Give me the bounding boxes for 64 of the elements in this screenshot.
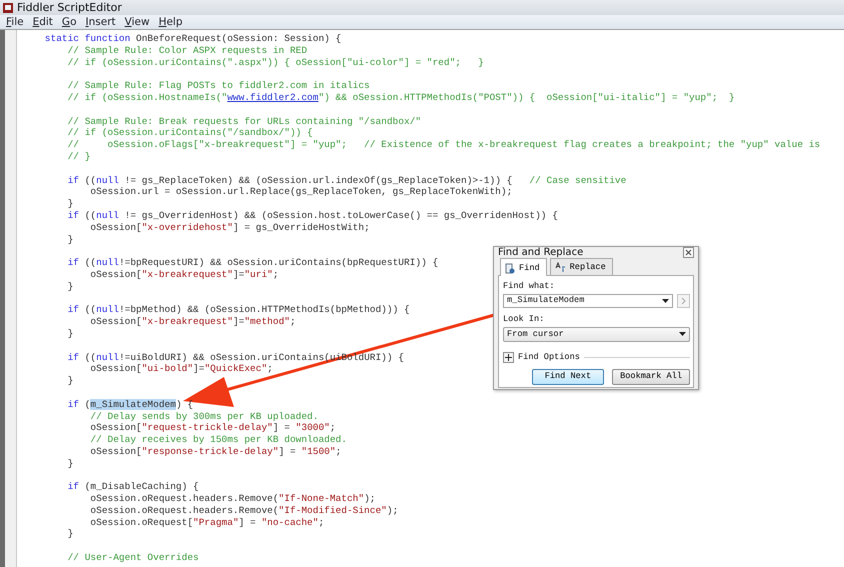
dialog-tab[interactable]: Replace bbox=[550, 258, 613, 275]
code-line: // if (oSession.HostnameIs("www.fiddler2.com") && oSession.HTTPMethodIs("POST")) { oSession["ui-italic"] = "yup"; } bbox=[66, 92, 735, 104]
code-line: if ((null != gs_ReplaceToken) && (oSession.url.indexOf(gs_ReplaceToken)>-1)) { // Case sensitive bbox=[66, 174, 626, 186]
code-line: oSession.url = oSession.url.Replace(gs_ReplaceToken, gs_ReplaceTokenWith); bbox=[89, 186, 512, 198]
code-line: // Sample Rule: Color ASPX requests in RED bbox=[66, 44, 308, 57]
code-line: // } bbox=[66, 150, 90, 163]
search-match-highlight: m_SimulateModem bbox=[90, 398, 176, 410]
code-line: // User-Agent Overrides bbox=[66, 552, 199, 564]
menu-item[interactable]: View bbox=[124, 16, 150, 28]
replace-letters-icon bbox=[554, 262, 567, 273]
code-line: oSession["x-breakrequest"]="uri"; bbox=[89, 268, 279, 281]
dialog-title: Find and Replace bbox=[498, 247, 584, 258]
code-link[interactable]: www.fiddler2.com bbox=[227, 92, 318, 103]
window-title: Fiddler ScriptEditor bbox=[17, 1, 122, 14]
dialog-tab[interactable]: Find bbox=[500, 258, 547, 276]
expand-toggle[interactable] bbox=[503, 352, 514, 363]
code-line: if ((null != gs_OverridenHost) && (oSession.host.toLowerCase() == gs_OverridenHost)) { bbox=[66, 210, 558, 222]
menu-item[interactable]: Edit bbox=[32, 16, 53, 28]
code-line: oSession.oRequest["Pragma"] = "no-cache"; bbox=[89, 516, 324, 528]
code-line: // Delay sends by 300ms per KB uploaded. bbox=[89, 410, 318, 422]
code-line: if (m_DisableCaching) { bbox=[66, 481, 199, 494]
look-in-dropdown[interactable]: From cursor bbox=[503, 326, 690, 342]
dropdown-caret-icon bbox=[662, 298, 669, 303]
code-line: oSession["response-trickle-delay"] = "1500"; bbox=[89, 446, 342, 458]
menu-item[interactable]: Go bbox=[62, 16, 76, 28]
binoculars-icon bbox=[505, 262, 516, 274]
code-line: } bbox=[66, 375, 74, 387]
menu-item[interactable]: Help bbox=[158, 16, 183, 28]
section-label: Find Options bbox=[518, 350, 580, 364]
field-label: Find what: bbox=[503, 280, 556, 293]
code-line: } bbox=[66, 328, 74, 340]
code-line: oSession["request-trickle-delay"] = "3000"; bbox=[89, 422, 336, 434]
code-line: } bbox=[66, 528, 74, 540]
code-line: oSession.oRequest.headers.Remove("If-Modified-Since"); bbox=[89, 504, 398, 517]
field-label: Look In: bbox=[503, 312, 546, 326]
code-line: } bbox=[66, 198, 74, 210]
code-line: if (m_SimulateModem) { bbox=[66, 398, 194, 410]
menu-item[interactable]: Insert bbox=[86, 16, 116, 28]
chevron-icon bbox=[681, 296, 686, 305]
code-line: oSession["x-overridehost"] = gs_OverrideHostWith; bbox=[89, 222, 370, 234]
plus-icon bbox=[505, 354, 512, 361]
code-line: oSession.oRequest.headers.Remove("If-None-Match"); bbox=[89, 493, 376, 505]
code-line: // if (oSession.uriContains(".aspx")) { oSession["ui-color"] = "red"; } bbox=[66, 56, 484, 68]
code-line: // if (oSession.uriContains("/sandbox/")) { bbox=[66, 127, 313, 140]
find-what-combobox[interactable]: m_SimulateModem bbox=[503, 294, 673, 308]
close-icon bbox=[685, 249, 692, 256]
code-line: if ((null!=bpMethod) && (oSession.HTTPMethodIs(bpMethod))) { bbox=[66, 304, 410, 316]
code-line: } bbox=[66, 280, 74, 293]
dropdown-caret-icon bbox=[679, 332, 686, 336]
dialog-button[interactable]: Find Next bbox=[532, 368, 604, 385]
app-icon bbox=[2, 2, 14, 14]
close-button[interactable] bbox=[683, 247, 694, 258]
dialog-button[interactable]: Bookmark All bbox=[612, 368, 690, 385]
menu-item[interactable]: File bbox=[6, 16, 24, 28]
code-line: static function OnBeforeRequest(oSession: Session) { bbox=[44, 33, 342, 45]
code-line: oSession["ui-bold"]="QuickExec"; bbox=[89, 363, 273, 376]
code-line: oSession["x-breakrequest"]="method"; bbox=[89, 316, 296, 328]
code-line: // Sample Rule: Flag POSTs to fiddler2.com in italics bbox=[66, 80, 370, 92]
code-line: } bbox=[66, 458, 74, 470]
code-line: if ((null!=bpRequestURI) && oSession.uriContains(bpRequestURI)) { bbox=[66, 257, 438, 269]
code-line: // Delay receives by 150ms per KB downloaded. bbox=[89, 434, 347, 446]
code-line: // oSession.oFlags["x-breakrequest"] = "yup"; // Existence of the x-breakrequest flag creates a breakpoint; the "yup" value is bbox=[66, 139, 820, 151]
code-line: } bbox=[66, 234, 74, 246]
code-line: // Sample Rule: Break requests for URLs containing "/sandbox/" bbox=[66, 116, 422, 128]
